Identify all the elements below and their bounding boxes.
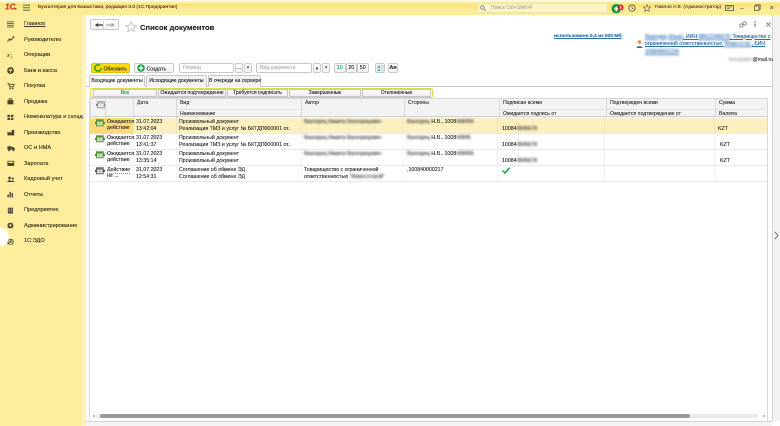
- svg-text:1С: 1С: [5, 2, 17, 11]
- svg-text:-: -: [11, 52, 12, 56]
